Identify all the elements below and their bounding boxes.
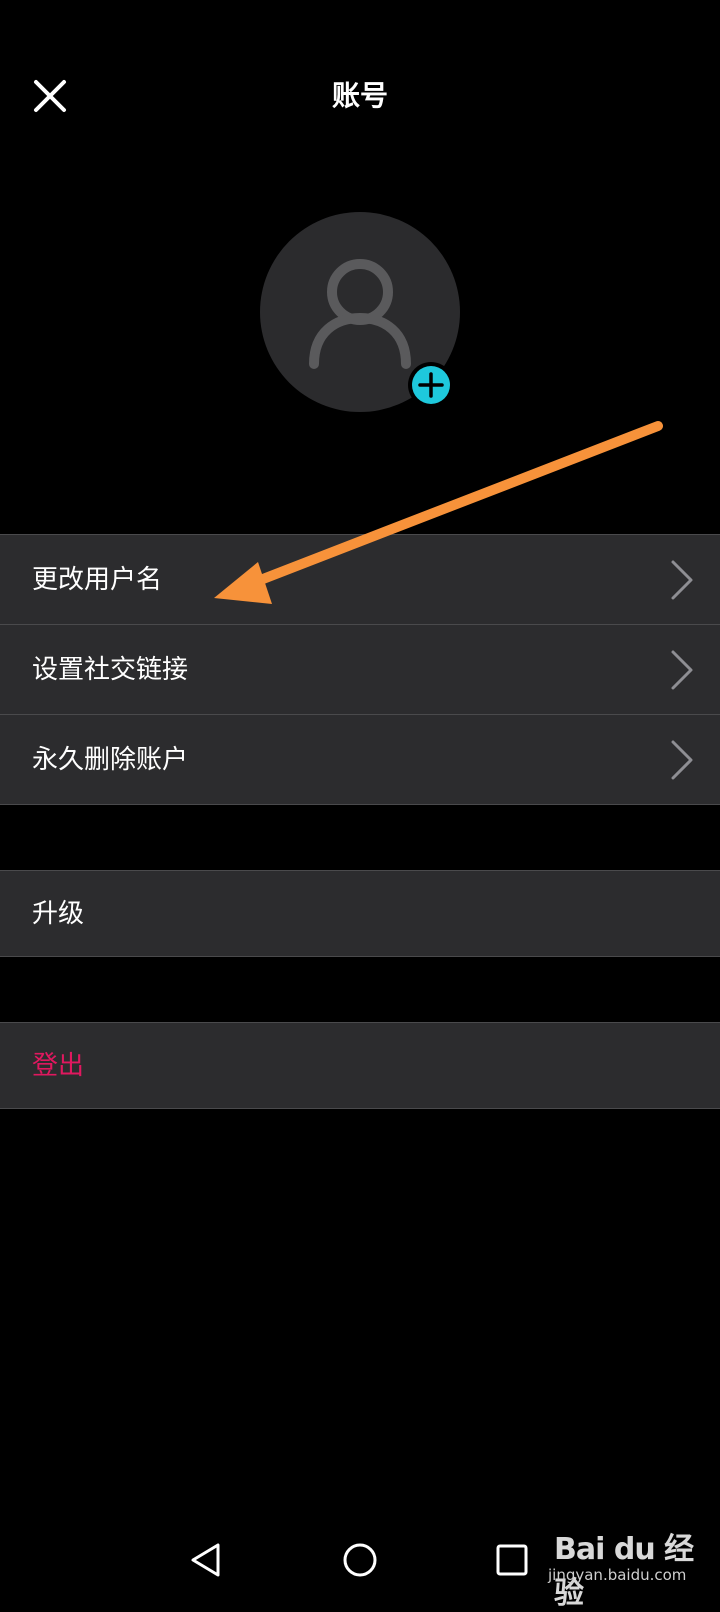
- add-avatar-button[interactable]: [408, 362, 454, 408]
- top-bar: 账号: [0, 0, 720, 200]
- plus-circle-icon: [412, 366, 450, 404]
- logout-label: 登出: [32, 1050, 85, 1081]
- back-triangle-icon: [191, 1543, 220, 1577]
- recent-square-icon: [496, 1544, 528, 1576]
- logout-button[interactable]: 登出: [0, 1023, 720, 1108]
- menu-item-change-username[interactable]: 更改用户名: [0, 535, 720, 624]
- menu-item-label: 更改用户名: [32, 564, 163, 595]
- chevron-right-icon: [671, 650, 693, 690]
- account-menu: 更改用户名 设置社交链接 永久删除账户: [0, 534, 720, 805]
- upgrade-button[interactable]: 升级: [0, 871, 720, 956]
- upgrade-label: 升级: [32, 898, 85, 929]
- menu-item-label: 设置社交链接: [32, 654, 189, 685]
- watermark-url: jingyan.baidu.com: [548, 1566, 687, 1584]
- menu-item-social-links[interactable]: 设置社交链接: [0, 624, 720, 714]
- nav-recent-button[interactable]: [490, 1538, 534, 1582]
- nav-back-button[interactable]: [184, 1538, 228, 1582]
- avatar-section: [260, 212, 460, 412]
- user-icon: [309, 259, 411, 369]
- logout-section: 登出: [0, 1022, 720, 1109]
- upgrade-section: 升级: [0, 870, 720, 957]
- nav-home-button[interactable]: [338, 1538, 382, 1582]
- menu-item-delete-account[interactable]: 永久删除账户: [0, 714, 720, 804]
- home-circle-icon: [343, 1543, 377, 1577]
- chevron-right-icon: [671, 740, 693, 780]
- watermark: Bai du 经验 jingyan.baidu.com: [548, 1522, 718, 1611]
- page-title: 账号: [331, 79, 388, 112]
- chevron-right-icon: [671, 560, 693, 600]
- menu-item-label: 永久删除账户: [32, 744, 189, 775]
